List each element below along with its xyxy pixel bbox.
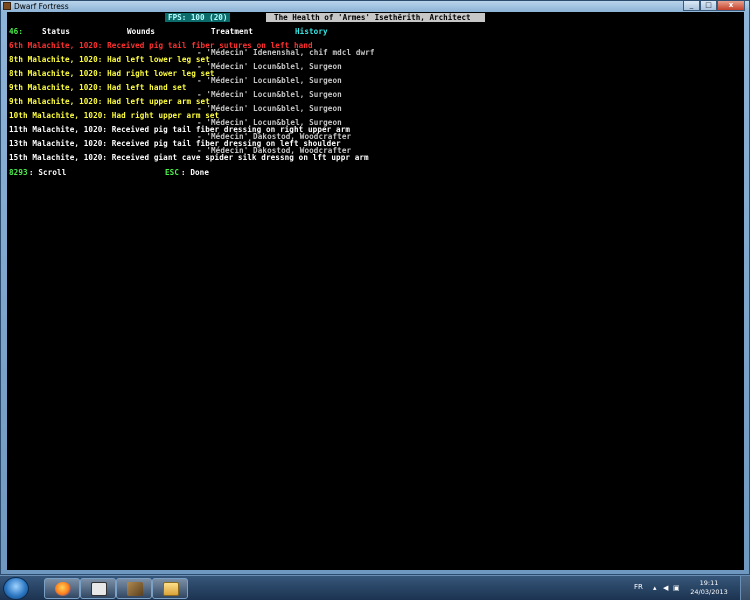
windows-taskbar: FR ▴ ◀ ▣ 19:11 24/03/2013 bbox=[0, 575, 750, 600]
dwarf-fortress-window: Dwarf Fortress _ □ x FPS: 100 (20) The H… bbox=[0, 0, 750, 575]
history-text: Had left lower leg set bbox=[102, 55, 210, 64]
history-attribution: - 'Médecin' Locun&blel, Surgeon bbox=[197, 90, 342, 99]
tab-key-hint: 46: bbox=[9, 27, 24, 36]
dwarf-fortress-icon bbox=[91, 582, 107, 596]
history-date: 9th Malachite, 1020: bbox=[9, 97, 103, 106]
window-controls: _ □ x bbox=[683, 1, 745, 11]
history-date: 8th Malachite, 1020: bbox=[9, 55, 103, 64]
history-attribution: - 'Médecin' Locun&blel, Surgeon bbox=[197, 76, 342, 85]
start-button[interactable] bbox=[3, 577, 29, 600]
history-entry: 9th Malachite, 1020: Had left hand set bbox=[9, 83, 187, 93]
tab-status[interactable]: Status bbox=[42, 27, 70, 37]
history-date: 11th Malachite, 1020: bbox=[9, 125, 108, 134]
game-screen[interactable]: FPS: 100 (20) The Health of 'Armes' Iset… bbox=[7, 12, 744, 570]
firefox-icon bbox=[55, 582, 71, 596]
tool-icon bbox=[127, 582, 143, 596]
history-text: Had left hand set bbox=[102, 83, 187, 92]
close-button[interactable]: x bbox=[717, 1, 745, 11]
minimize-button[interactable]: _ bbox=[683, 1, 700, 11]
tab-history[interactable]: History bbox=[295, 27, 328, 37]
history-attribution: - 'Médecin' Locun&blel, Surgeon bbox=[197, 62, 342, 71]
history-entry: 9th Malachite, 1020: Had left upper arm … bbox=[9, 97, 210, 107]
tab-treatment[interactable]: Treatment bbox=[211, 27, 253, 37]
history-entry: 15th Malachite, 1020: Received giant cav… bbox=[9, 153, 369, 163]
network-icon[interactable]: ▣ bbox=[673, 584, 681, 592]
done-key[interactable]: ESC bbox=[165, 168, 179, 178]
system-tray: FR ▴ ◀ ▣ 19:11 24/03/2013 bbox=[620, 576, 750, 600]
history-entry: 10th Malachite, 1020: Had right upper ar… bbox=[9, 111, 219, 121]
history-entry: 8th Malachite, 1020: Had right lower leg… bbox=[9, 69, 215, 79]
scroll-key: 8293 bbox=[9, 168, 28, 177]
taskbar-firefox[interactable] bbox=[44, 578, 80, 599]
folder-icon bbox=[163, 582, 179, 596]
health-screen-title: The Health of 'Armes' Isethërith, Archit… bbox=[266, 13, 485, 22]
taskbar-explorer[interactable] bbox=[152, 578, 188, 599]
app-icon bbox=[3, 2, 11, 10]
volume-icon[interactable]: ◀ bbox=[663, 584, 671, 592]
language-indicator[interactable]: FR bbox=[634, 583, 643, 591]
history-date: 8th Malachite, 1020: bbox=[9, 69, 103, 78]
scroll-label: : Scroll bbox=[29, 168, 67, 177]
history-text: Received giant cave spider silk dressng … bbox=[107, 153, 369, 162]
history-date: 15th Malachite, 1020: bbox=[9, 153, 108, 162]
maximize-button[interactable]: □ bbox=[700, 1, 717, 11]
history-date: 9th Malachite, 1020: bbox=[9, 83, 103, 92]
history-text: Had left upper arm set bbox=[102, 97, 210, 106]
clock-date: 24/03/2013 bbox=[690, 588, 728, 596]
show-hidden-icons[interactable]: ▴ bbox=[653, 584, 661, 592]
history-attribution: - 'Médecin' Idenenshal, chif mdcl dwrf bbox=[197, 48, 375, 57]
clock[interactable]: 19:11 24/03/2013 bbox=[684, 579, 734, 597]
taskbar-dwarf-fortress[interactable] bbox=[80, 578, 116, 599]
done-label[interactable]: : Done bbox=[181, 168, 209, 178]
fps-counter: FPS: 100 (20) bbox=[165, 13, 231, 22]
history-date: 6th Malachite, 1020: bbox=[9, 41, 103, 50]
window-title: Dwarf Fortress bbox=[14, 2, 69, 11]
history-entry: 8th Malachite, 1020: Had left lower leg … bbox=[9, 55, 210, 65]
show-desktop-button[interactable] bbox=[740, 576, 750, 600]
taskbar-tool[interactable] bbox=[116, 578, 152, 599]
window-titlebar[interactable]: Dwarf Fortress _ □ x bbox=[1, 1, 749, 12]
history-date: 13th Malachite, 1020: bbox=[9, 139, 108, 148]
clock-time: 19:11 bbox=[699, 579, 719, 587]
tab-wounds[interactable]: Wounds bbox=[127, 27, 155, 37]
history-date: 10th Malachite, 1020: bbox=[9, 111, 108, 120]
